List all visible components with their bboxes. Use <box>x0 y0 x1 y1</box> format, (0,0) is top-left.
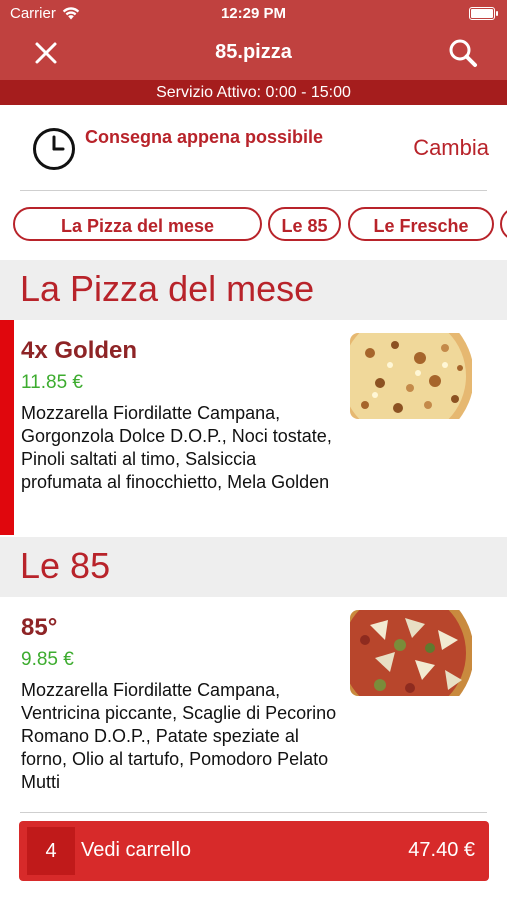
delivery-label: Consegna appena possibile <box>85 127 324 147</box>
pizza-golden-image <box>350 333 472 419</box>
category-pill-next[interactable] <box>500 207 507 241</box>
item-description: Mozzarella Fiordilatte Campana, Ventrici… <box>21 680 337 792</box>
battery-icon <box>469 7 498 20</box>
section-title: La Pizza del mese <box>20 268 315 309</box>
item-description: Mozzarella Fiordilatte Campana, Gorgonzo… <box>21 403 332 492</box>
menu-item-85[interactable]: 85° 9.85 € Mozzarella Fiordilatte Campan… <box>0 597 507 812</box>
selected-indicator <box>0 320 14 535</box>
item-price: 11.85 € <box>21 372 83 393</box>
category-pill-le-85[interactable]: Le 85 <box>268 207 341 241</box>
change-delivery-button[interactable]: Cambia <box>413 135 489 161</box>
status-time: 12:29 PM <box>220 5 287 22</box>
item-price: 9.85 € <box>21 649 74 670</box>
cart-total: 47.40 € <box>408 839 475 861</box>
section-header-le-85: Le 85 <box>0 537 507 597</box>
page-title: 85.pizza <box>215 41 292 63</box>
service-banner: Servizio Attivo: 0:00 - 15:00 <box>0 80 507 105</box>
category-pill-pizza-del-mese[interactable]: La Pizza del mese <box>13 207 262 241</box>
pizza-85-image <box>350 610 472 696</box>
section-header-pizza-del-mese: La Pizza del mese <box>0 260 507 320</box>
cart-label: Vedi carrello <box>81 839 192 861</box>
item-divider <box>20 812 487 813</box>
category-pill-le-fresche[interactable]: Le Fresche <box>348 207 494 241</box>
cart-count-badge: 4 <box>27 827 75 875</box>
nav-bar: 85.pizza <box>0 28 507 80</box>
category-tabs: La Pizza del mese Le 85 Le Fresche <box>0 207 507 243</box>
status-bar: Carrier 12:29 PM <box>0 0 507 28</box>
clock-icon <box>33 128 75 170</box>
divider <box>20 190 487 191</box>
menu-item-4x-golden[interactable]: 4x Golden 11.85 € Mozzarella Fiordilatte… <box>0 320 507 535</box>
view-cart-button[interactable]: 4 Vedi carrello 47.40 € <box>19 821 489 881</box>
delivery-row: Consegna appena possibile Cambia <box>0 105 507 190</box>
section-title: Le 85 <box>20 545 111 586</box>
item-name: 85° <box>21 614 58 641</box>
item-name: 4x Golden <box>21 337 138 364</box>
search-icon[interactable] <box>448 38 478 68</box>
